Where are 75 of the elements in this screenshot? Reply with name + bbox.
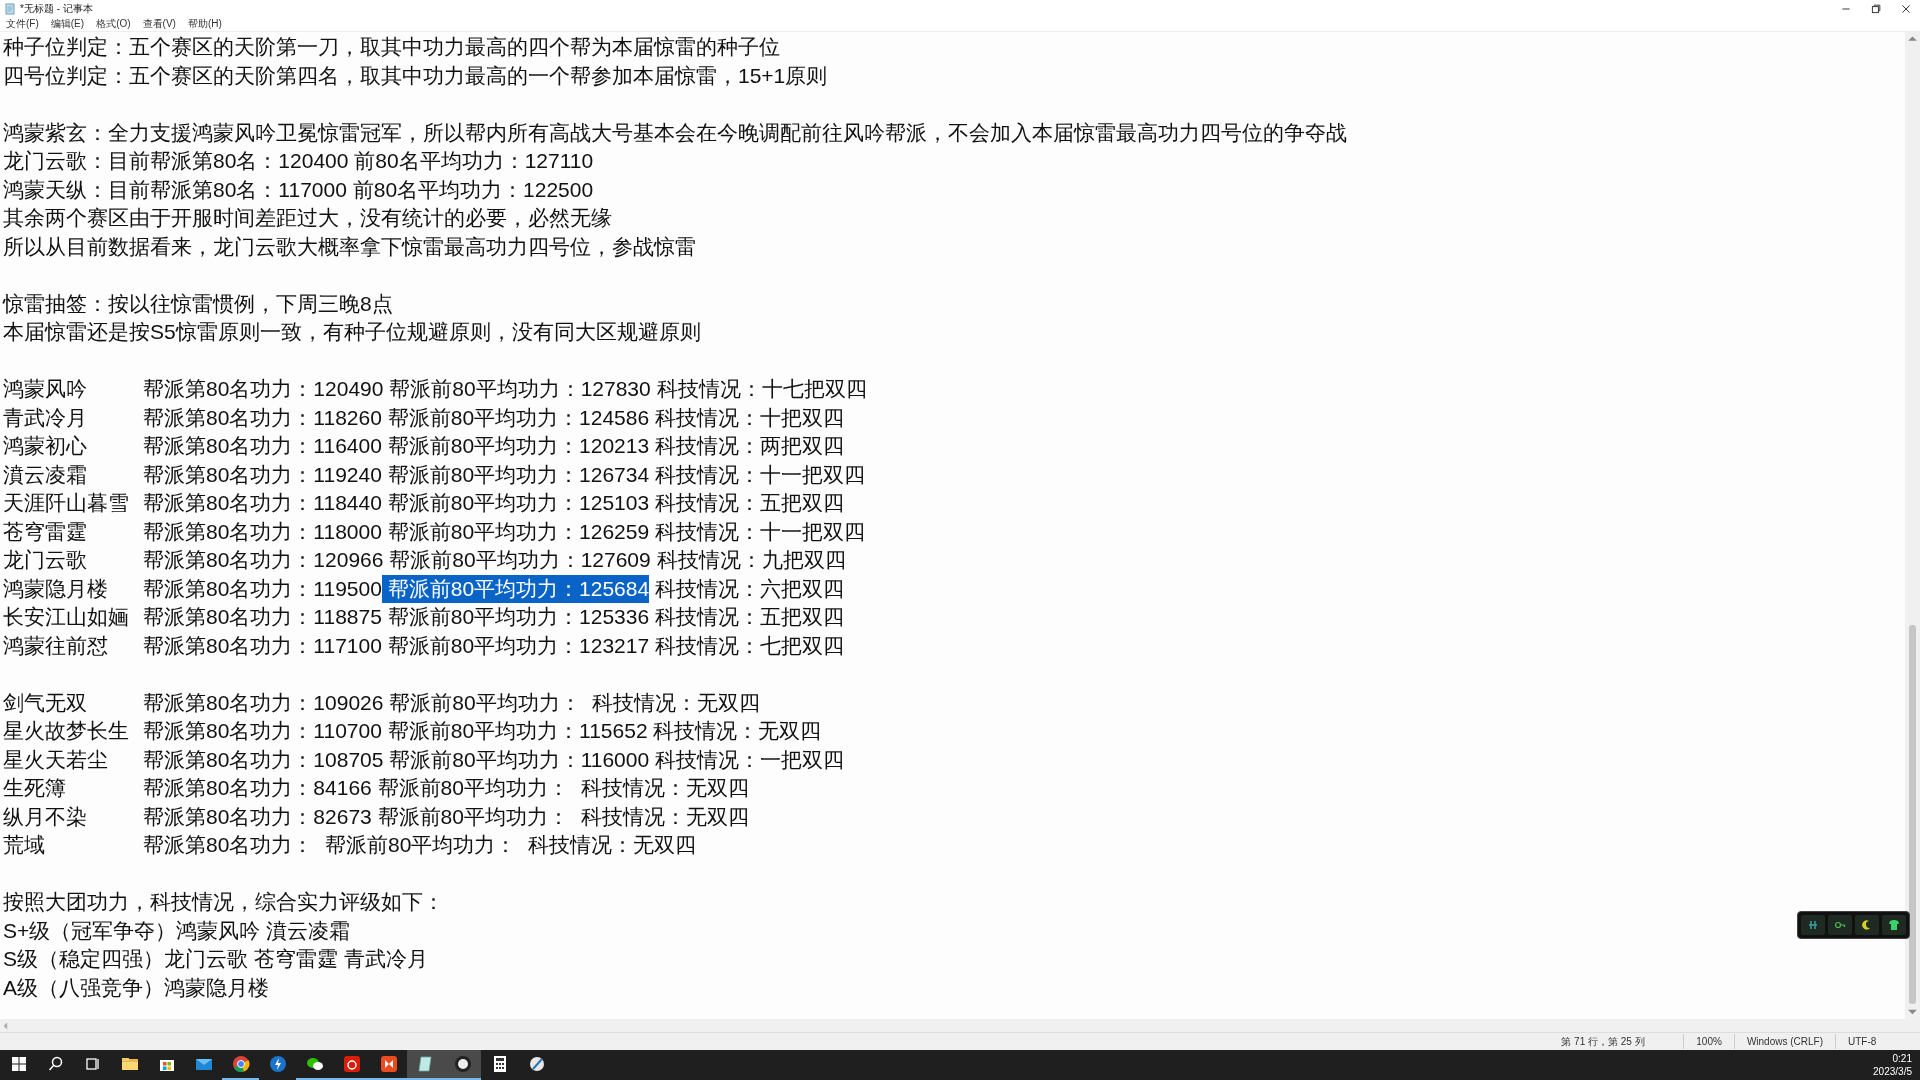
text-line: 所以从目前数据看来，龙门云歌大概率拿下惊雷最高功力四号位，参战惊雷 — [3, 233, 696, 260]
guild-name: 龙门云歌 — [3, 547, 88, 573]
menu-item[interactable]: 查看(V) — [142, 17, 176, 31]
guild-name: 纵月不染 — [3, 803, 88, 830]
close-icon[interactable] — [1900, 2, 1912, 15]
line-ending: Windows (CRLF) — [1733, 1034, 1835, 1049]
guild-name: 长安江山如婳 — [3, 604, 130, 630]
text-line: S级（稳定四强）龙门云歌 苍穹雷霆 青武冷月 — [3, 946, 428, 972]
guild-name: 星火天若尘 — [3, 746, 109, 773]
text-line: A级（八强竞争）鸿蒙隐月楼 — [3, 974, 269, 1001]
guild-name: 濆云凌霜 — [3, 461, 88, 488]
media-icon[interactable] — [378, 1054, 399, 1074]
guild-stats: 帮派第80名功力：118260 帮派前80平均功力：124586 科技情况：十把双四 — [143, 404, 844, 431]
key-icon[interactable] — [1828, 915, 1852, 935]
bars-icon[interactable] — [1801, 915, 1825, 935]
text-line: 惊雷抽签：按以往惊雷惯例，下周三晚8点 — [3, 290, 393, 317]
guild-name: 天涯阡山暮雪 — [3, 490, 130, 516]
guild-name: 鸿蒙往前怼 — [3, 632, 109, 659]
guild-stats: 帮派第80名功力：84166 帮派前80平均功力： 科技情况：无双四 — [143, 775, 749, 801]
text-line: 鸿蒙天纵：目前帮派第80名：117000 前80名平均功力：122500 — [3, 176, 594, 203]
guild-stats: 帮派第80名功力：119500 — [143, 575, 382, 602]
text-line: 按照大团功力，科技情况，综合实力评级如下： — [3, 889, 444, 915]
text-line: S+级（冠军争夺）鸿蒙风吟 濆云凌霜 — [3, 917, 351, 944]
guild-stats: 帮派第80名功力：120490 帮派前80平均功力：127830 科技情况：十七把双四 — [143, 376, 867, 402]
guild-name: 星火故梦长生 — [3, 718, 130, 744]
text-line: 鸿蒙紫玄：全力支援鸿蒙风吟卫冕惊雷冠军，所以帮内所有高战大号基本会在今晚调配前往风吟帮派，不会加入本届惊雷最高功力四号位的争夺战 — [3, 119, 1347, 146]
bolt-icon[interactable] — [267, 1054, 288, 1074]
guild-name: 鸿蒙风吟 — [3, 376, 88, 402]
guild-name: 鸿蒙初心 — [3, 433, 88, 459]
encoding: UTF-8 — [1835, 1034, 1920, 1049]
text-line: 种子位判定：五个赛区的天阶第一刀，取其中功力最高的四个帮为本届惊雷的种子位 — [3, 34, 780, 60]
taskbar-game-button[interactable] — [444, 1050, 481, 1080]
menu-item[interactable]: 文件(F) — [6, 17, 39, 31]
horizontal-scrollbar[interactable] — [0, 1019, 1920, 1032]
scrollbar-thumb[interactable] — [1909, 624, 1916, 1005]
clock-time[interactable]: 0:21 — [1892, 1052, 1912, 1065]
clock-date[interactable]: 2023/3/5 — [1873, 1065, 1912, 1078]
vertical-scrollbar[interactable] — [1905, 32, 1920, 1019]
selected-text: 帮派前80平均功力：125684 — [381, 574, 650, 603]
notepad-icon — [4, 2, 16, 15]
guild-stats: 科技情况：六把双四 — [654, 575, 844, 602]
guild-stats: 帮派第80名功力： 帮派前80平均功力： 科技情况：无双四 — [143, 832, 697, 858]
text-line: 龙门云歌：目前帮派第80名：120400 前80名平均功力：127110 — [3, 148, 594, 174]
taskbar-notepad-button[interactable] — [407, 1050, 444, 1080]
text-line: 四号位判定：五个赛区的天阶第四名，取其中功力最高的一个帮参加本届惊雷，15+1原则 — [3, 62, 828, 89]
guild-name: 剑气无双 — [3, 689, 88, 716]
guild-stats: 帮派第80名功力：119240 帮派前80平均功力：126734 科技情况：十一把双四 — [143, 461, 865, 488]
text-line: 其余两个赛区由于开服时间差距过大，没有统计的必要，必然无缘 — [3, 205, 612, 231]
guild-stats: 帮派第80名功力：110700 帮派前80平均功力：115652 科技情况：无双四 — [143, 718, 822, 744]
shirt-icon[interactable] — [1882, 915, 1906, 935]
zoom-level: 100% — [1683, 1034, 1734, 1049]
guild-stats: 帮派第80名功力：109026 帮派前80平均功力： 科技情况：无双四 — [143, 689, 761, 716]
guild-name: 苍穹雷霆 — [3, 518, 88, 545]
guild-stats: 帮派第80名功力：120966 帮派前80平均功力：127609 科技情况：九把双四 — [143, 547, 846, 573]
menu-item[interactable]: 格式(O) — [96, 17, 131, 31]
music-icon[interactable] — [341, 1054, 362, 1074]
guild-name: 青武冷月 — [3, 404, 88, 431]
guild-stats: 帮派第80名功力：117100 帮派前80平均功力：123217 科技情况：七把双四 — [143, 632, 844, 659]
cursor-position: 第 71 行，第 25 列 — [1560, 1035, 1646, 1049]
guild-stats: 帮派第80名功力：118000 帮派前80平均功力：126259 科技情况：十一把双四 — [143, 518, 865, 545]
menu-item[interactable]: 编辑(E) — [50, 17, 85, 31]
menu-item[interactable]: 帮助(H) — [187, 17, 222, 31]
guild-stats: 帮派第80名功力：82673 帮派前80平均功力： 科技情况：无双四 — [143, 803, 749, 830]
window-title: *无标题 - 记事本 — [20, 1, 93, 16]
text-line: 本届惊雷还是按S5惊雷原则一致，有种子位规避原则，没有同大区规避原则 — [3, 319, 701, 345]
guild-name: 荒域 — [3, 832, 46, 858]
guild-stats: 帮派第80名功力：118440 帮派前80平均功力：125103 科技情况：五把双四 — [143, 490, 844, 516]
moon-icon[interactable] — [1855, 915, 1879, 935]
guild-stats: 帮派第80名功力：108705 帮派前80平均功力：116000 科技情况：一把双四 — [143, 746, 844, 773]
guild-name: 鸿蒙隐月楼 — [3, 575, 109, 602]
guild-stats: 帮派第80名功力：116400 帮派前80平均功力：120213 科技情况：两把双四 — [143, 433, 844, 459]
chrome-icon[interactable] — [230, 1054, 251, 1074]
guild-stats: 帮派第80名功力：118875 帮派前80平均功力：125336 科技情况：五把双四 — [143, 604, 844, 630]
restore-icon[interactable] — [1870, 2, 1882, 15]
guild-name: 生死簿 — [3, 775, 67, 801]
